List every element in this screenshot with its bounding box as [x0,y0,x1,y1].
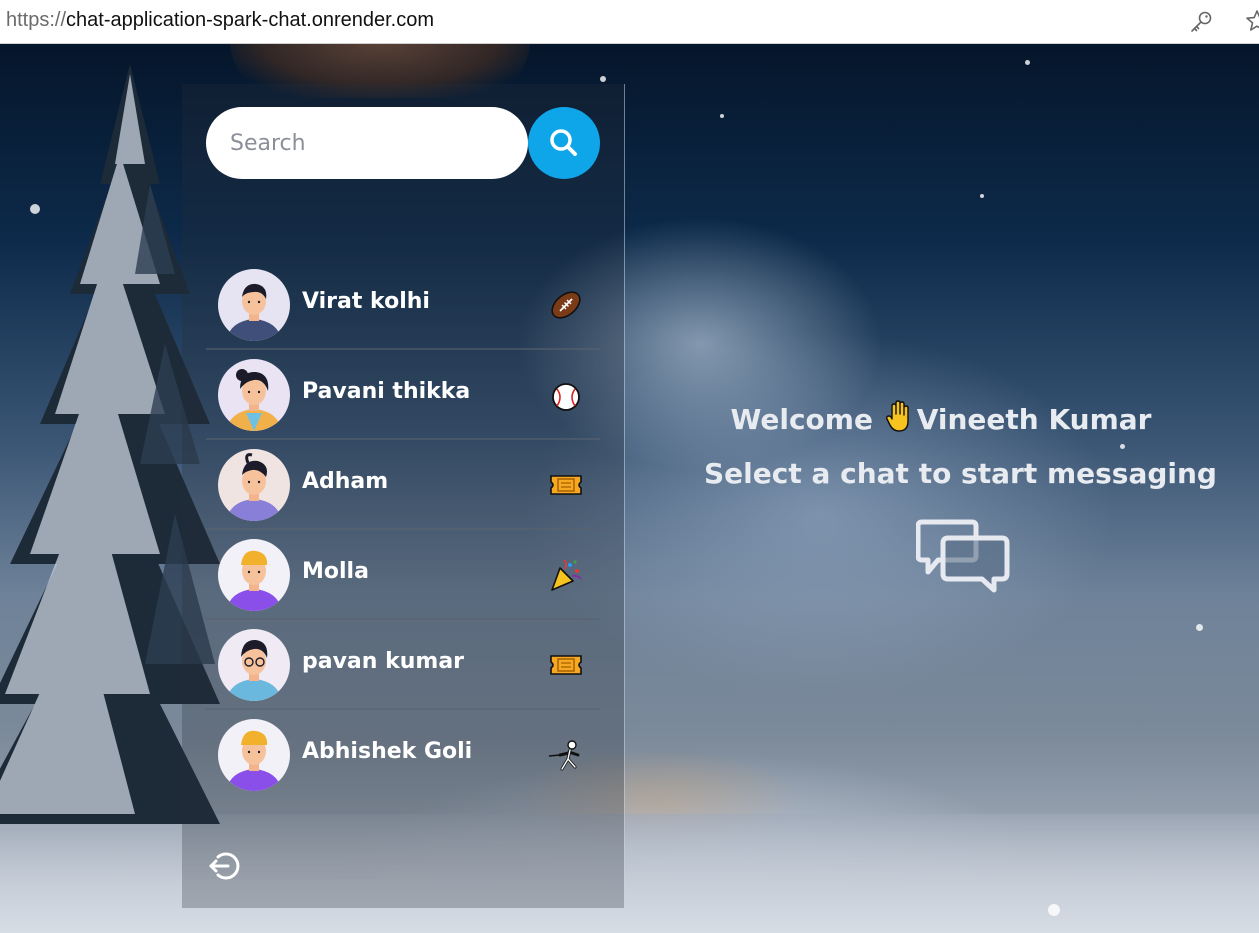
browser-address-bar[interactable]: https://chat-application-spark-chat.onre… [0,0,1259,44]
raised-hand-icon [885,400,909,432]
chat-name: Pavani thikka [302,379,471,404]
star-icon[interactable] [1244,8,1259,34]
welcome-greeting: Welcome [730,403,873,436]
party-popper-icon [551,559,582,591]
avatar [218,719,290,791]
chat-name: Virat kolhi [302,289,430,314]
chat-item-pavani-thikka[interactable]: Pavani thikka [206,350,600,440]
search-button[interactable] [528,107,600,179]
snowflake [1048,904,1060,916]
baseball-icon [552,383,580,411]
search-input[interactable] [206,107,528,179]
snowflake [980,194,984,198]
chat-list: Virat kolhi Pavani thikka Adham Molla pa… [206,260,600,800]
avatar [218,539,290,611]
search-icon [550,129,577,156]
welcome-subtitle: Select a chat to start messaging [704,457,1217,490]
chat-item-molla[interactable]: Molla [206,530,600,620]
welcome-user-name: Vineeth Kumar [916,403,1152,436]
sidebar-divider [624,84,625,908]
chat-item-abhishek-goli[interactable]: Abhishek Goli [206,710,600,800]
chat-name: Molla [302,559,369,584]
logout-icon[interactable] [206,848,242,884]
snowflake [30,204,40,214]
snowflake [720,114,724,118]
chat-item-adham[interactable]: Adham [206,440,600,530]
chat-name: Abhishek Goli [302,739,473,764]
chat-name: Adham [302,469,389,494]
ticket-icon [550,475,582,495]
avatar [218,629,290,701]
snowflake [1025,60,1030,65]
welcome-panel: Welcome Vineeth Kumar Select a chat to s… [625,398,1259,496]
chat-item-pavan-kumar[interactable]: pavan kumar [206,620,600,710]
url-host: chat-application-spark-chat.onrender.com [66,9,434,31]
chat-bubbles-icon [916,519,1010,593]
url-text[interactable]: https://chat-application-spark-chat.onre… [6,9,434,32]
avatar [218,449,290,521]
chat-item-virat-kolhi[interactable]: Virat kolhi [206,260,600,350]
url-scheme: https:// [6,9,67,31]
ticket-icon [550,655,582,675]
key-icon[interactable] [1188,9,1214,35]
fencer-icon [548,740,580,771]
avatar [218,359,290,431]
snowflake [600,76,606,82]
welcome-heading: Welcome Vineeth Kumar [583,398,1259,442]
chat-name: pavan kumar [302,649,465,674]
snowflake [1196,624,1203,631]
football-icon [551,291,581,319]
avatar [218,269,290,341]
